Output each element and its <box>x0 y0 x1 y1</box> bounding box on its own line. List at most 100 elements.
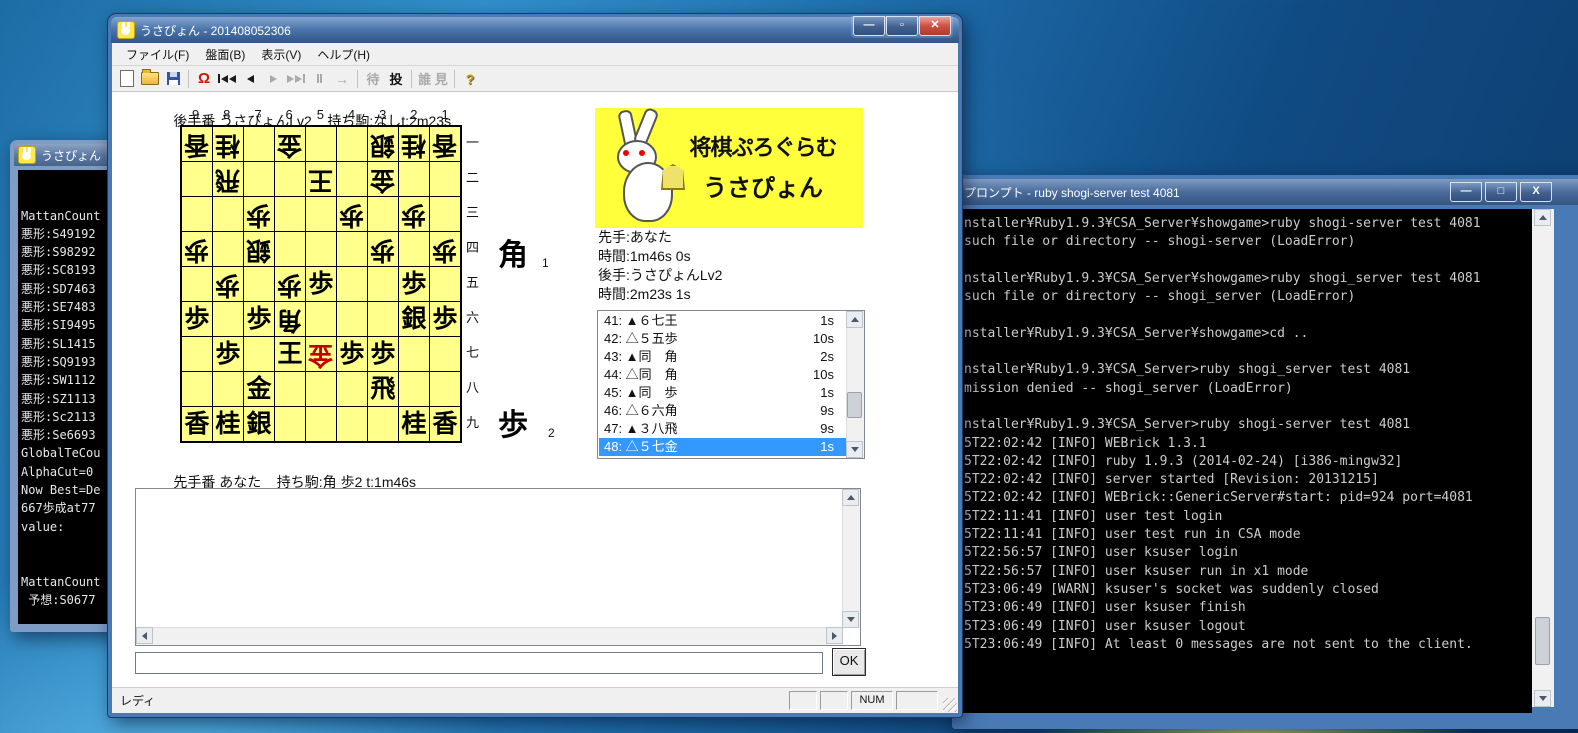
board-cell[interactable]: 歩 <box>368 232 398 266</box>
board-cell[interactable] <box>306 372 336 406</box>
board-cell[interactable] <box>182 162 212 196</box>
command-input[interactable] <box>135 652 823 674</box>
move-list[interactable]: 41: ▲６七王 1s 42: △５五歩 10s 43: ▲同 角 2s 44: △同 角1… <box>597 310 865 459</box>
board-cell[interactable] <box>244 162 274 196</box>
board-cell[interactable] <box>337 162 367 196</box>
maximize-icon[interactable]: ▫ <box>886 16 918 36</box>
board-cell[interactable]: 歩 <box>337 337 367 371</box>
board-cell[interactable]: 桂 <box>213 127 243 161</box>
board-cell[interactable]: 歩 <box>430 302 460 336</box>
board-cell[interactable] <box>368 197 398 231</box>
move-row[interactable]: 44: △同 角 10s <box>599 366 846 384</box>
board-cell[interactable] <box>337 407 367 441</box>
board-cell[interactable]: 香 <box>182 407 212 441</box>
scroll-up-icon[interactable] <box>846 311 863 328</box>
observe-button[interactable]: 誰 見 <box>416 68 450 89</box>
board-cell[interactable] <box>399 372 429 406</box>
board-cell[interactable]: 金 <box>275 127 305 161</box>
board-cell[interactable]: 桂 <box>399 127 429 161</box>
board-cell[interactable] <box>213 302 243 336</box>
board-cell[interactable] <box>337 232 367 266</box>
board-cell[interactable] <box>213 232 243 266</box>
board-cell[interactable]: 銀 <box>244 232 274 266</box>
board-cell[interactable] <box>399 232 429 266</box>
board-cell[interactable] <box>399 162 429 196</box>
scroll-up-icon[interactable] <box>842 489 859 506</box>
board-cell[interactable] <box>430 267 460 301</box>
board-cell[interactable]: 桂 <box>399 407 429 441</box>
board-cell[interactable] <box>213 372 243 406</box>
board-cell[interactable]: 歩 <box>182 232 212 266</box>
minimize-icon[interactable]: — <box>1450 182 1482 202</box>
move-row[interactable]: 48: △５七金 1s <box>599 438 846 456</box>
board-cell[interactable]: 歩 <box>399 267 429 301</box>
board-cell[interactable] <box>430 197 460 231</box>
board-cell[interactable] <box>430 162 460 196</box>
next-move-button[interactable] <box>262 68 284 89</box>
board-cell[interactable] <box>244 267 274 301</box>
board-cell[interactable]: 歩 <box>213 337 243 371</box>
minimize-icon[interactable]: — <box>853 16 885 36</box>
board-cell[interactable]: 金 <box>244 372 274 406</box>
move-row[interactable]: 41: ▲６七王 1s <box>599 312 846 330</box>
menu-item[interactable]: 表示(V) <box>253 44 309 65</box>
move-row[interactable]: 46: △６六角 9s <box>599 402 846 420</box>
board-cell[interactable] <box>337 267 367 301</box>
close-icon[interactable]: ✕ <box>919 16 951 36</box>
board-cell[interactable] <box>306 302 336 336</box>
board-cell[interactable] <box>306 232 336 266</box>
board-cell[interactable] <box>306 197 336 231</box>
resign-button[interactable]: 投 <box>385 68 407 89</box>
board-cell[interactable] <box>337 372 367 406</box>
message-hscrollbar[interactable] <box>136 627 843 645</box>
board-cell[interactable] <box>182 372 212 406</box>
board-cell[interactable]: 銀 <box>399 302 429 336</box>
terminal-scrollbar[interactable] <box>1532 209 1554 707</box>
board-cell[interactable]: 銀 <box>244 407 274 441</box>
jump-button[interactable]: → <box>331 68 353 89</box>
board-cell[interactable] <box>430 372 460 406</box>
prev-move-button[interactable] <box>239 68 261 89</box>
maximize-icon[interactable]: □ <box>1485 182 1517 202</box>
board-cell[interactable] <box>368 267 398 301</box>
board-cell[interactable] <box>337 127 367 161</box>
board-cell[interactable] <box>368 302 398 336</box>
scrollbar-thumb[interactable] <box>847 392 862 418</box>
board-cell[interactable]: 王 <box>275 337 305 371</box>
scroll-down-icon[interactable] <box>846 441 863 458</box>
resize-grip[interactable] <box>943 698 957 712</box>
board-cell[interactable]: 銀 <box>368 127 398 161</box>
scroll-down-icon[interactable] <box>842 611 859 628</box>
board-cell[interactable]: 飛 <box>213 162 243 196</box>
undo-button[interactable]: Ω <box>193 68 215 89</box>
scroll-down-icon[interactable] <box>1534 690 1551 707</box>
move-list-scrollbar[interactable] <box>846 311 864 458</box>
board-cell[interactable] <box>337 302 367 336</box>
menu-item[interactable]: 盤面(B) <box>197 44 253 65</box>
board-cell[interactable] <box>182 197 212 231</box>
move-row[interactable]: 47: ▲３八飛 9s <box>599 420 846 438</box>
board-cell[interactable]: 香 <box>182 127 212 161</box>
board-cell[interactable]: 歩 <box>182 302 212 336</box>
last-move-button[interactable] <box>285 68 307 89</box>
board-cell[interactable]: 金 <box>306 337 336 371</box>
open-file-button[interactable] <box>139 68 161 89</box>
board-cell[interactable] <box>275 372 305 406</box>
board-cell[interactable]: 歩 <box>306 267 336 301</box>
matta-button[interactable]: 待 <box>362 68 384 89</box>
board-cell[interactable]: 歩 <box>368 337 398 371</box>
ok-button[interactable]: OK <box>832 648 866 676</box>
board-cell[interactable] <box>244 337 274 371</box>
board-cell[interactable]: 歩 <box>399 197 429 231</box>
board-cell[interactable] <box>368 407 398 441</box>
board-cell[interactable]: 金 <box>368 162 398 196</box>
message-listbox[interactable] <box>135 488 861 646</box>
board-cell[interactable]: 香 <box>430 127 460 161</box>
board-cell[interactable]: 桂 <box>213 407 243 441</box>
menu-item[interactable]: ファイル(F) <box>118 44 197 65</box>
board-cell[interactable] <box>275 162 305 196</box>
board-cell[interactable] <box>306 127 336 161</box>
first-move-button[interactable] <box>216 68 238 89</box>
board-cell[interactable] <box>306 407 336 441</box>
board-cell[interactable] <box>275 232 305 266</box>
